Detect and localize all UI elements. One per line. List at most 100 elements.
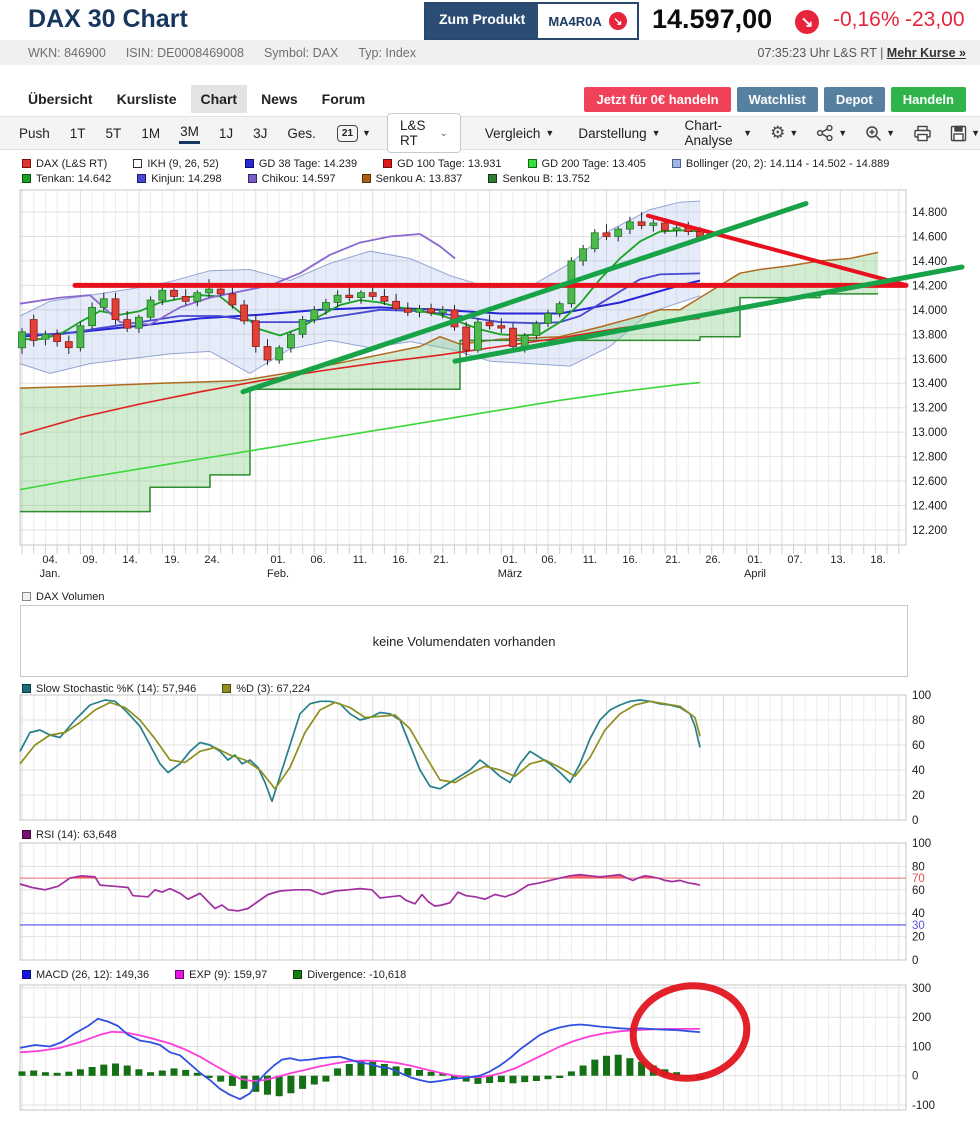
range-3j[interactable]: 3J bbox=[252, 124, 268, 143]
chevron-down-icon: ▼ bbox=[971, 128, 980, 138]
change-percent: -0,16% bbox=[833, 8, 900, 32]
jetzt-f-r-0-handeln-button[interactable]: Jetzt für 0€ handeln bbox=[584, 87, 730, 112]
price-down-arrow-icon: ↘ bbox=[795, 10, 819, 34]
typ-label: Typ: Index bbox=[358, 46, 416, 60]
quote-time: 07:35:23 Uhr L&S RT | Mehr Kurse » bbox=[758, 46, 966, 60]
legend-swatch-icon bbox=[383, 159, 392, 168]
mehr-kurse-link[interactable]: Mehr Kurse » bbox=[887, 46, 966, 60]
range-3m[interactable]: 3M bbox=[179, 122, 200, 144]
svg-text:300: 300 bbox=[912, 983, 931, 995]
svg-text:12.200: 12.200 bbox=[912, 525, 947, 537]
save-icon[interactable]: ▼ bbox=[950, 125, 980, 142]
change-absolute: -23,00 bbox=[905, 8, 965, 32]
legend-swatch-icon bbox=[137, 174, 146, 183]
print-icon[interactable] bbox=[913, 125, 932, 142]
chevron-down-icon: ▼ bbox=[362, 128, 371, 138]
tab-kursliste[interactable]: Kursliste bbox=[107, 85, 187, 113]
legend-swatch-icon bbox=[22, 592, 31, 601]
svg-text:09.: 09. bbox=[82, 554, 97, 566]
depot-button[interactable]: Depot bbox=[824, 87, 885, 112]
instrument-meta: WKN: 846900 ISIN: DE0008469008 Symbol: D… bbox=[28, 46, 416, 60]
menu-chart-analyse[interactable]: Chart-Analyse▼ bbox=[685, 118, 753, 148]
legend-label: EXP (9): 159,97 bbox=[189, 969, 267, 981]
svg-text:80: 80 bbox=[912, 861, 925, 873]
legend-label: RSI (14): 63,648 bbox=[36, 829, 117, 841]
calendar-button[interactable]: 21 ▼ bbox=[337, 125, 371, 142]
svg-text:März: März bbox=[498, 568, 522, 580]
nav-tabs: ÜbersichtKurslisteChartNewsForum bbox=[18, 85, 375, 113]
svg-text:26.: 26. bbox=[705, 554, 720, 566]
legend-label: DAX Volumen bbox=[36, 591, 104, 603]
legend-item: GD 38 Tage: 14.239 bbox=[245, 158, 357, 170]
range-1t[interactable]: 1T bbox=[69, 124, 87, 143]
svg-text:April: April bbox=[744, 568, 766, 580]
range-1m[interactable]: 1M bbox=[140, 124, 161, 143]
wkn-code: MA4R0A bbox=[548, 14, 601, 29]
svg-text:14.200: 14.200 bbox=[912, 280, 947, 292]
isin-label: ISIN: DE0008469008 bbox=[126, 46, 244, 60]
calendar-icon: 21 bbox=[337, 125, 358, 142]
tab-forum[interactable]: Forum bbox=[312, 85, 376, 113]
wkn-code-box[interactable]: MA4R0A ↘ bbox=[538, 4, 636, 38]
gear-icon[interactable]: ⚙▼ bbox=[770, 123, 798, 143]
svg-text:20: 20 bbox=[912, 932, 925, 944]
feed-select-value: L&S RT bbox=[400, 118, 426, 148]
menu-darstellung[interactable]: Darstellung▼ bbox=[578, 126, 660, 141]
legend-item: IKH (9, 26, 52) bbox=[133, 158, 219, 170]
svg-text:13.: 13. bbox=[830, 554, 845, 566]
legend-label: Bollinger (20, 2): 14.114 - 14.502 - 14.… bbox=[686, 158, 889, 170]
time-label: 07:35:23 Uhr L&S RT | bbox=[758, 46, 887, 60]
legend-swatch-icon bbox=[22, 970, 31, 979]
legend-label: Senkou A: 13.837 bbox=[376, 173, 463, 185]
down-arrow-icon: ↘ bbox=[609, 12, 627, 30]
svg-text:-100: -100 bbox=[912, 1100, 935, 1112]
legend-row: Tenkan: 14.642Kinjun: 14.298Chikou: 14.5… bbox=[22, 171, 889, 186]
stochastic-panel: 100806040200Slow Stochastic %K (14): 57,… bbox=[0, 680, 980, 830]
macd-chart-canvas: 3002001000-100 bbox=[0, 966, 980, 1130]
legend-item: Chikou: 14.597 bbox=[248, 173, 336, 185]
svg-text:21.: 21. bbox=[433, 554, 448, 566]
tab-chart[interactable]: Chart bbox=[191, 85, 248, 113]
range-push[interactable]: Push bbox=[18, 124, 51, 143]
legend-label: Senkou B: 13.752 bbox=[502, 173, 589, 185]
range-5t[interactable]: 5T bbox=[105, 124, 123, 143]
svg-text:80: 80 bbox=[912, 715, 925, 727]
no-volume-message: keine Volumendaten vorhanden bbox=[373, 634, 556, 649]
legend-label: Chikou: 14.597 bbox=[262, 173, 336, 185]
svg-text:0: 0 bbox=[912, 1071, 918, 1083]
legend-swatch-icon bbox=[22, 174, 31, 183]
legend-swatch-icon bbox=[222, 684, 231, 693]
feed-select[interactable]: L&S RT⌄ bbox=[387, 113, 461, 153]
svg-text:16.: 16. bbox=[622, 554, 637, 566]
zoom-in-icon[interactable]: ▼ bbox=[865, 125, 895, 142]
indicators-icon[interactable]: ▼ bbox=[816, 125, 847, 141]
svg-text:12.600: 12.600 bbox=[912, 476, 947, 488]
range-1j[interactable]: 1J bbox=[218, 124, 234, 143]
chevron-down-icon: ▼ bbox=[545, 128, 554, 138]
svg-text:40: 40 bbox=[912, 765, 925, 777]
price-value: 14.597,00 bbox=[652, 4, 772, 35]
tab-bersicht[interactable]: Übersicht bbox=[18, 85, 103, 113]
rsi-panel: 1008070604030200RSI (14): 63,648 bbox=[0, 826, 980, 976]
menu-vergleich[interactable]: Vergleich▼ bbox=[485, 126, 554, 141]
watchlist-button[interactable]: Watchlist bbox=[737, 87, 818, 112]
chart-toolbar: Push 1T 5T 1M 3M 1J 3J Ges. 21 ▼ L&S RT⌄ Vergleich▼… bbox=[0, 116, 980, 150]
legend-label: GD 200 Tage: 13.405 bbox=[542, 158, 646, 170]
legend-label: IKH (9, 26, 52) bbox=[147, 158, 219, 170]
main-chart-canvas[interactable]: 14.80014.60014.40014.20014.00013.80013.6… bbox=[0, 188, 980, 588]
tab-news[interactable]: News bbox=[251, 85, 308, 113]
zum-produkt-button[interactable]: Zum Produkt bbox=[426, 4, 538, 38]
range-ges[interactable]: Ges. bbox=[286, 124, 317, 143]
price-chart-panel[interactable]: 14.80014.60014.40014.20014.00013.80013.6… bbox=[0, 188, 980, 588]
chevron-down-icon: ▼ bbox=[789, 128, 798, 138]
volume-panel: keine Volumendaten vorhanden bbox=[20, 605, 908, 677]
svg-text:24.: 24. bbox=[204, 554, 219, 566]
macd-panel: 3002001000-100MACD (26, 12): 149,36EXP (… bbox=[0, 966, 980, 1130]
handeln-button[interactable]: Handeln bbox=[891, 87, 966, 112]
svg-text:01.: 01. bbox=[270, 554, 285, 566]
svg-text:13.400: 13.400 bbox=[912, 378, 947, 390]
svg-text:100: 100 bbox=[912, 838, 931, 850]
page-title: DAX 30 Chart bbox=[28, 5, 188, 34]
legend-label: Kinjun: 14.298 bbox=[151, 173, 221, 185]
legend-item: Divergence: -10,618 bbox=[293, 969, 406, 981]
